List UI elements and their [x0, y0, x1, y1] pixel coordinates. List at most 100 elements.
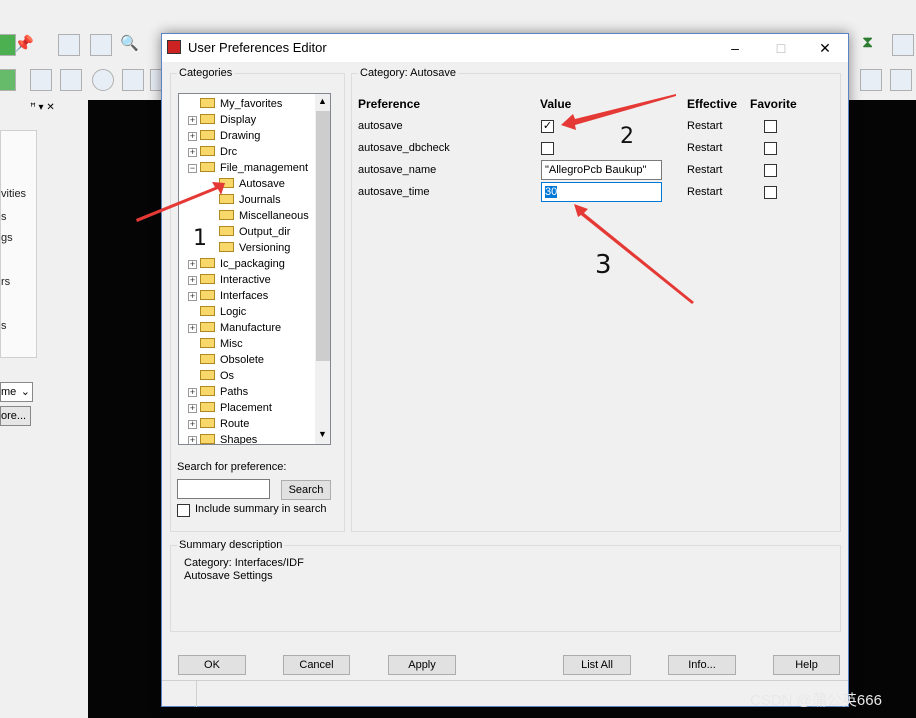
expand-icon[interactable]: +: [188, 436, 197, 444]
preference-name: autosave_dbcheck: [358, 142, 450, 154]
expand-icon[interactable]: +: [188, 404, 197, 413]
list-all-button[interactable]: List All: [563, 655, 631, 675]
cancel-button[interactable]: Cancel: [283, 655, 350, 675]
tree-item[interactable]: Versioning: [219, 240, 290, 256]
search-button[interactable]: Search: [281, 480, 331, 500]
tree-item-label: Route: [220, 418, 250, 430]
zoom-icon[interactable]: 🔍: [120, 34, 142, 56]
category-tree[interactable]: My_favorites + Display + Drawing + Drc − File_ma…: [178, 93, 331, 445]
tree-item[interactable]: Misc: [200, 336, 243, 352]
panel-pin-icon[interactable]: ꟸ ▾ ✕: [30, 102, 55, 113]
tree-scrollbar[interactable]: ▲ ▼: [315, 94, 330, 444]
value-checkbox[interactable]: [541, 142, 554, 155]
expand-icon[interactable]: +: [188, 292, 197, 301]
tree-item[interactable]: Miscellaneous: [219, 208, 309, 224]
grid-select-icon[interactable]: [892, 34, 914, 56]
folder-icon: [200, 130, 215, 141]
maximize-button[interactable]: □: [758, 34, 804, 62]
favorite-checkbox[interactable]: [764, 164, 777, 177]
tree-item[interactable]: Output_dir: [219, 224, 290, 240]
tree-item[interactable]: − File_management: [188, 160, 308, 176]
expand-icon[interactable]: +: [188, 420, 197, 429]
folder-icon: [200, 354, 215, 365]
panel-dropdown[interactable]: me ⌄: [0, 382, 33, 402]
collapse-icon[interactable]: −: [188, 164, 197, 173]
tree-item[interactable]: My_favorites: [200, 96, 282, 112]
annotation-label: 2: [620, 124, 634, 149]
expand-icon[interactable]: +: [188, 116, 197, 125]
tree-item[interactable]: + Interfaces: [188, 288, 268, 304]
annotation-label: 3: [595, 250, 612, 280]
tree-item-label: Journals: [239, 194, 281, 206]
preference-name: autosave: [358, 120, 403, 132]
tree-item-label: Obsolete: [220, 354, 265, 366]
tree-item[interactable]: Logic: [200, 304, 246, 320]
tree-item[interactable]: Journals: [219, 192, 281, 208]
expand-icon[interactable]: +: [188, 388, 197, 397]
grid-icon[interactable]: [58, 34, 80, 56]
help-button[interactable]: Help: [773, 655, 840, 675]
tree-item[interactable]: + Interactive: [188, 272, 271, 288]
tree-item[interactable]: + Ic_packaging: [188, 256, 285, 272]
expand-icon[interactable]: +: [188, 260, 197, 269]
folder-icon: [200, 338, 215, 349]
value-input[interactable]: 30: [541, 182, 662, 202]
tree-item[interactable]: + Manufacture: [188, 320, 281, 336]
close-button[interactable]: ✕: [802, 34, 848, 62]
favorite-checkbox[interactable]: [764, 142, 777, 155]
scroll-down-icon[interactable]: ▼: [318, 429, 327, 439]
expand-icon[interactable]: +: [188, 276, 197, 285]
tree-item[interactable]: + Display: [188, 112, 256, 128]
ok-button[interactable]: OK: [178, 655, 246, 675]
categories-label: Categories: [179, 67, 233, 79]
check-board-icon[interactable]: [890, 69, 912, 91]
panel-list: vities s gs rs s: [0, 130, 37, 358]
hourglass-icon[interactable]: ⧗: [862, 34, 884, 56]
watermark: CSDN @蒲公英666: [750, 692, 882, 709]
favorite-checkbox[interactable]: [764, 186, 777, 199]
folder-icon: [219, 226, 234, 237]
rect-shape-icon[interactable]: [60, 69, 82, 91]
select-arrow-icon[interactable]: [122, 69, 144, 91]
pin-icon[interactable]: 📌: [14, 34, 36, 56]
scroll-up-icon[interactable]: ▲: [318, 96, 327, 106]
expand-icon[interactable]: +: [188, 324, 197, 333]
preferences-dialog: User Preferences Editor – □ ✕ Categories…: [161, 33, 849, 707]
tree-item[interactable]: Autosave: [219, 176, 285, 192]
value-checkbox[interactable]: ✓: [541, 120, 554, 133]
circle-shape-icon[interactable]: [92, 69, 114, 91]
annotation-label: 1: [193, 226, 207, 251]
value-input[interactable]: "AllegroPcb Baukup": [541, 160, 662, 180]
effective-value: Restart: [687, 142, 723, 154]
more-button[interactable]: ore...: [0, 406, 31, 426]
layer-icon[interactable]: [0, 69, 16, 91]
search-input[interactable]: [177, 479, 270, 499]
expand-icon[interactable]: +: [188, 148, 197, 157]
apply-button[interactable]: Apply: [388, 655, 456, 675]
tree-item[interactable]: + Drawing: [188, 128, 260, 144]
tree-item[interactable]: + Route: [188, 416, 250, 432]
tree-item[interactable]: + Drc: [188, 144, 238, 160]
tree-item[interactable]: Obsolete: [200, 352, 264, 368]
favorite-checkbox[interactable]: [764, 120, 777, 133]
board-icon[interactable]: [860, 69, 882, 91]
info-button[interactable]: Info...: [668, 655, 736, 675]
panel-text: rs: [1, 276, 11, 288]
corner-shape-icon[interactable]: [30, 69, 52, 91]
grid-edit-icon[interactable]: [90, 34, 112, 56]
folder-icon: [200, 290, 215, 301]
minimize-button[interactable]: –: [712, 34, 758, 62]
tree-item[interactable]: + Paths: [188, 384, 248, 400]
value-column-header: Value: [540, 97, 572, 111]
tree-item[interactable]: + Shapes: [188, 432, 257, 444]
folder-icon: [200, 258, 215, 269]
value-text: 30: [545, 186, 558, 198]
scrollbar-thumb[interactable]: [316, 111, 330, 361]
tree-item[interactable]: Os: [200, 368, 234, 384]
folder-icon: [219, 242, 234, 253]
expand-icon[interactable]: +: [188, 132, 197, 141]
tree-item[interactable]: + Placement: [188, 400, 272, 416]
tree-item-label: Drc: [220, 146, 238, 158]
include-summary-checkbox[interactable]: [177, 504, 190, 517]
effective-column-header: Effective: [687, 97, 738, 111]
